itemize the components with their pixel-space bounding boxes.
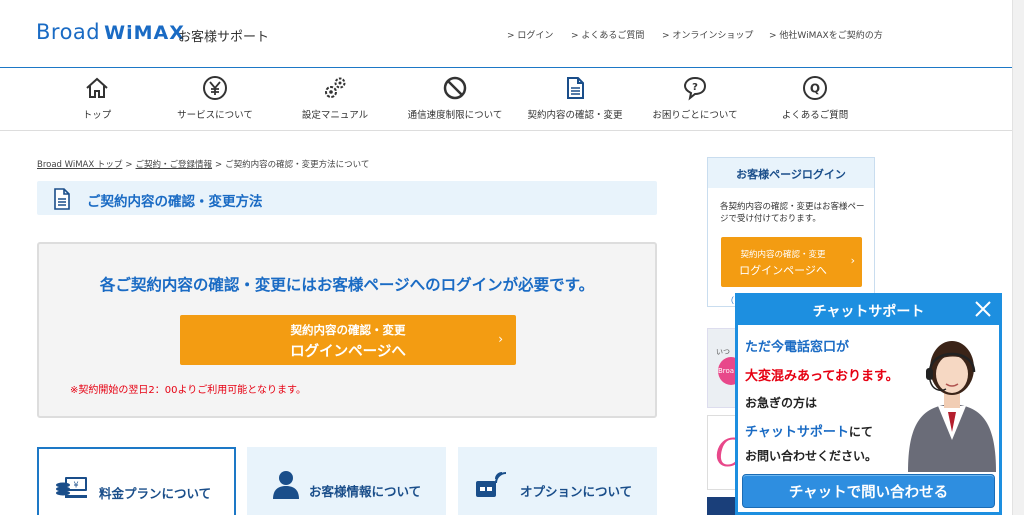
operator-illustration	[908, 341, 996, 472]
header-link-login[interactable]: ログイン	[507, 28, 553, 41]
wifi-card-icon	[476, 472, 507, 497]
close-icon[interactable]	[972, 298, 994, 320]
svg-text:Q: Q	[810, 82, 820, 96]
nav-item-label: トップ	[82, 110, 112, 121]
tile-customer-info-label: お客様情報について	[309, 484, 422, 499]
chat-message-line: お問い合わせください。	[745, 449, 878, 463]
nav-item-faq[interactable]: Q よくあるご質問	[755, 75, 875, 127]
document-icon	[54, 188, 70, 210]
nav-item-service[interactable]: サービスについて	[155, 75, 275, 127]
document-icon	[567, 77, 584, 99]
chat-message-text: にて	[848, 425, 873, 439]
page: BroadWiMAX お客様サポート ログイン よくあるご質問 オンラインショッ…	[0, 0, 1024, 515]
login-notice-heading: 各ご契約内容の確認・変更にはお客様ページへのログインが必要です。	[99, 276, 595, 294]
home-icon	[86, 77, 108, 98]
sidebar-banner-brand: Broa	[718, 367, 735, 375]
breadcrumb-separator: >	[215, 160, 223, 170]
chat-message-line: ただ今電話窓口が	[745, 340, 850, 355]
contract-login-button[interactable]: 契約内容の確認・変更 ログインページへ ›	[180, 315, 516, 365]
header-link-other-wimax[interactable]: 他社WiMAXをご契約の方	[769, 28, 882, 41]
gears-icon	[325, 77, 346, 98]
nav-item-manual[interactable]: 設定マニュアル	[275, 75, 395, 127]
nav-item-label: よくあるご質問	[781, 110, 849, 121]
yen-icon	[203, 76, 227, 100]
chat-message-line: 大変混みあっております。	[745, 369, 899, 384]
breadcrumb-separator: >	[125, 160, 133, 170]
svg-text:?: ?	[692, 82, 698, 93]
contract-login-button-line2: ログインページへ	[290, 344, 406, 360]
sidebar-login-box: お客様ページログイン 各契約内容の確認・変更はお客様ページで受け付けております。…	[707, 157, 875, 307]
global-nav: トップ サービスについて 設定マニュアル 通信速度制限について 契約内容の確認・…	[0, 69, 1024, 131]
tile-price-plan[interactable]: ¥ 料金プランについて	[37, 447, 236, 515]
availability-note: ※契約開始の翌日2：00よりご利用可能となります。	[70, 385, 306, 396]
money-icon: ¥	[56, 477, 87, 498]
chevron-right-icon: ›	[498, 332, 503, 346]
contract-login-button-line1: 契約内容の確認・変更	[290, 323, 406, 337]
chat-title: チャットサポート	[738, 296, 999, 325]
chat-support-highlight: チャットサポート	[745, 425, 849, 440]
breadcrumb-link-top[interactable]: Broad WiMAX トップ	[37, 160, 122, 170]
prohibited-icon	[443, 76, 467, 100]
nav-item-label: 通信速度制限について	[407, 110, 503, 121]
chat-message-line: チャットサポートにて	[745, 421, 873, 440]
header-links: ログイン よくあるご質問 オンラインショップ 他社WiMAXをご契約の方	[0, 28, 1024, 42]
tile-price-plan-label: 料金プランについて	[99, 486, 212, 501]
page-title: ご契約内容の確認・変更方法	[87, 194, 263, 210]
sidebar-login-button[interactable]: 契約内容の確認・変更 ログインページへ ›	[721, 237, 862, 287]
nav-item-label: サービスについて	[177, 110, 253, 121]
page-scrollbar[interactable]	[1012, 0, 1024, 515]
header-link-shop[interactable]: オンラインショップ	[662, 28, 753, 41]
sidebar-banner-text: いつ	[716, 348, 730, 356]
sidebar-login-button-line2: ログインページへ	[739, 264, 827, 277]
nav-item-trouble[interactable]: ? お困りごとについて	[635, 75, 755, 127]
user-icon	[273, 471, 299, 499]
question-icon: ?	[683, 76, 707, 101]
q-icon: Q	[803, 76, 827, 100]
header-link-faq[interactable]: よくあるご質問	[571, 28, 644, 41]
sidebar-banner[interactable]: いつ Broa	[707, 328, 744, 408]
nav-item-speed-limit[interactable]: 通信速度制限について	[395, 75, 515, 127]
nav-item-label: お困りごとについて	[652, 110, 738, 121]
chat-inquiry-button[interactable]: チャットで問い合わせる	[742, 474, 995, 508]
chat-support-widget: チャットサポート ただ今電話窓口が 大変混みあっております。 お急ぎの方は チャ…	[735, 293, 1002, 515]
sidebar-login-title: お客様ページログイン	[708, 158, 874, 188]
nav-item-label: 契約内容の確認・変更	[527, 110, 623, 121]
tile-options-label: オプションについて	[520, 484, 633, 499]
nav-item-top[interactable]: トップ	[37, 75, 157, 127]
sidebar-partial-link[interactable]: （	[726, 295, 734, 306]
breadcrumb-link-contract[interactable]: ご契約・ご登録情報	[136, 160, 213, 170]
svg-text:¥: ¥	[73, 481, 78, 490]
tile-options[interactable]: オプションについて	[458, 447, 657, 515]
chevron-right-icon: ›	[850, 254, 855, 267]
sidebar-login-description: 各契約内容の確認・変更はお客様ページで受け付けております。	[720, 202, 865, 224]
sidebar-banner[interactable]: C	[707, 415, 744, 490]
sidebar-login-button-line1: 契約内容の確認・変更	[740, 250, 826, 260]
breadcrumb-current: ご契約内容の確認・変更方法について	[225, 160, 370, 170]
sidebar-banner[interactable]	[707, 497, 737, 515]
chat-message-line: お急ぎの方は	[745, 396, 818, 410]
tile-customer-info[interactable]: お客様情報について	[247, 447, 446, 515]
nav-item-contract[interactable]: 契約内容の確認・変更	[515, 75, 635, 127]
nav-item-label: 設定マニュアル	[301, 110, 369, 121]
breadcrumb: Broad WiMAX トップ > ご契約・ご登録情報 > ご契約内容の確認・変更方法に…	[37, 158, 369, 170]
page-title-bar: ご契約内容の確認・変更方法	[37, 181, 657, 215]
login-notice-box: 各ご契約内容の確認・変更にはお客様ページへのログインが必要です。 契約内容の確認…	[37, 242, 657, 418]
site-header: BroadWiMAX お客様サポート ログイン よくあるご質問 オンラインショッ…	[0, 0, 1024, 68]
